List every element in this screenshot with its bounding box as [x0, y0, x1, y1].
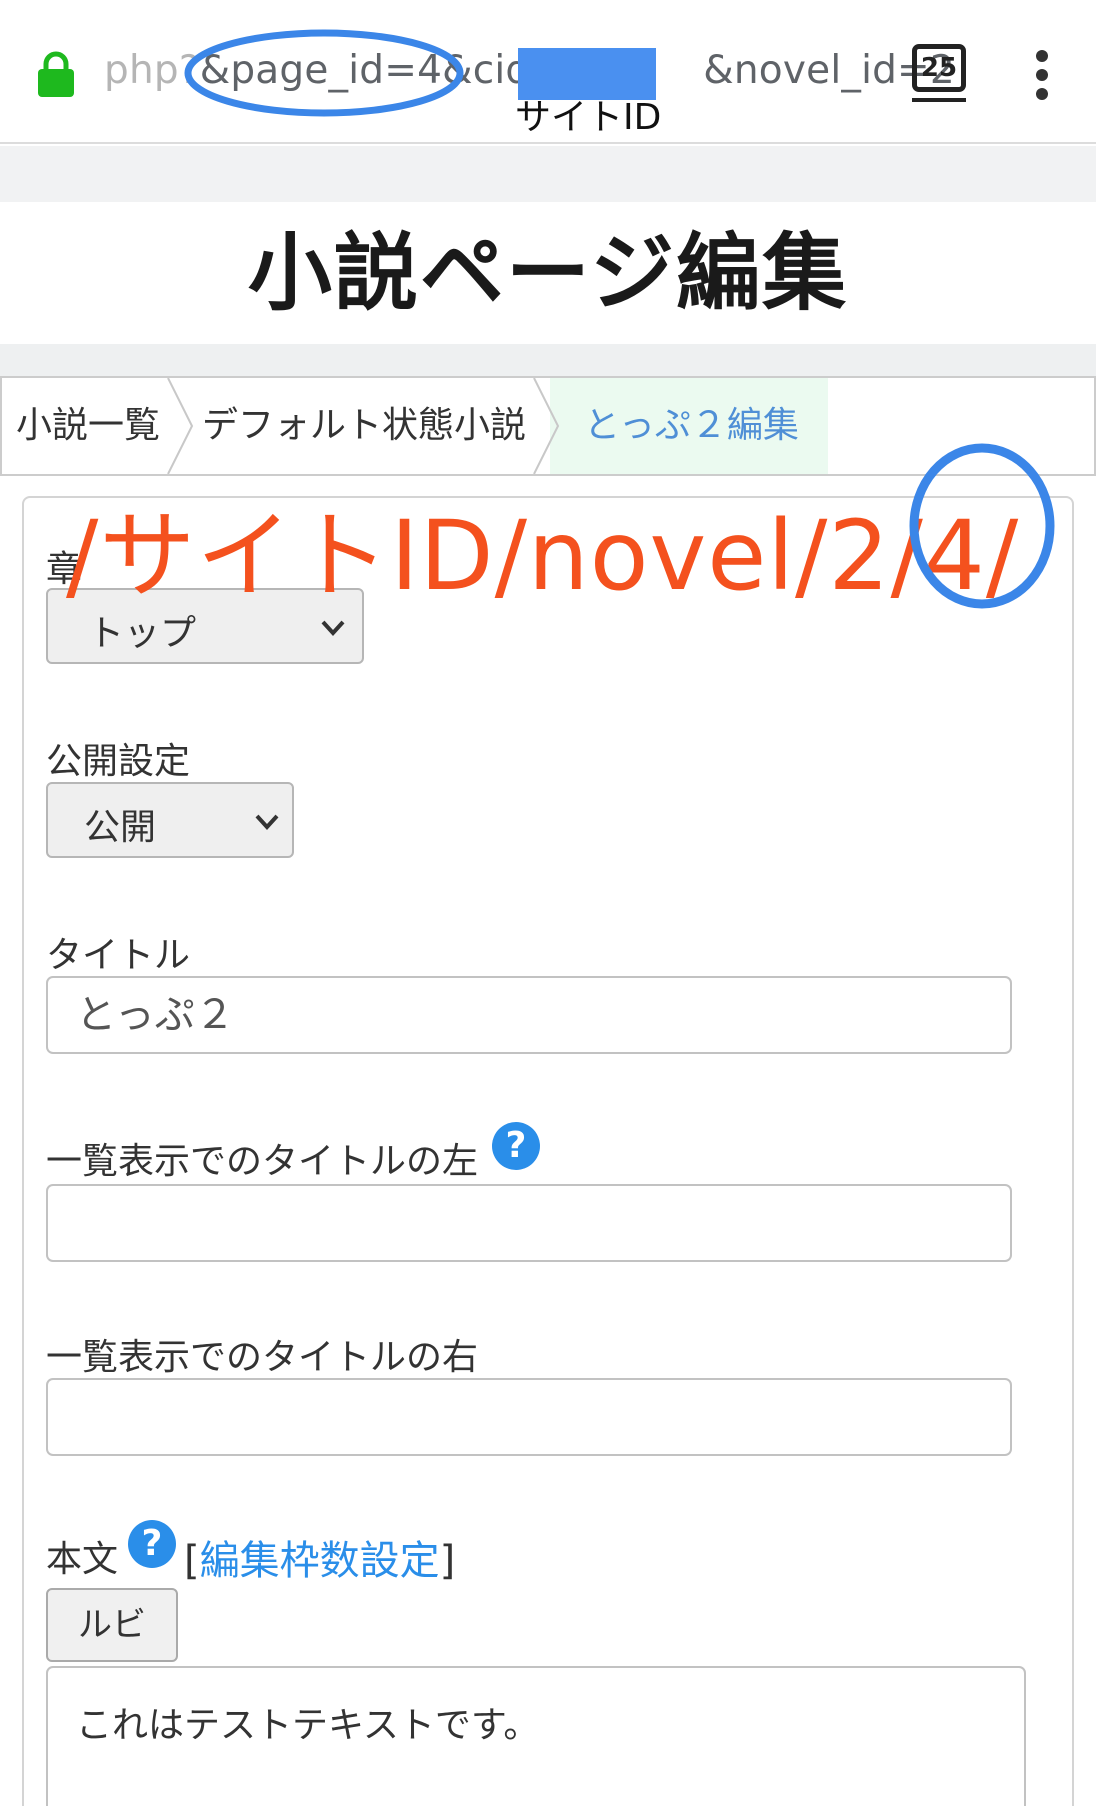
- bracket-close: ]: [439, 1538, 456, 1584]
- chevron-down-icon: [321, 620, 345, 636]
- page-header: 小説ページ編集: [0, 202, 1096, 344]
- body-textarea-value: これはテストテキストです。: [76, 1705, 540, 1746]
- chevron-down-icon: [255, 814, 279, 830]
- page-title: 小説ページ編集: [247, 224, 849, 322]
- breadcrumb-item-default-novel[interactable]: デフォルト状態小説: [202, 378, 526, 474]
- annotation-path-text: /サイトID/novel/2/4/: [66, 500, 1020, 612]
- visibility-select[interactable]: 公開: [46, 782, 294, 858]
- browser-menu-icon[interactable]: [1030, 50, 1054, 100]
- frame-settings-link-wrapper: [編集枠数設定]: [184, 1528, 455, 1586]
- breadcrumb-separator-icon: [533, 378, 560, 474]
- browser-address-bar: php?&page_id=4&cid= &novel_id=2 サイトID 25: [0, 0, 1096, 144]
- body-textarea[interactable]: これはテストテキストです。: [46, 1666, 1026, 1806]
- list-title-right-input[interactable]: [46, 1378, 1012, 1456]
- list-title-left-input[interactable]: [46, 1184, 1012, 1262]
- ruby-button[interactable]: ルビ: [46, 1588, 178, 1662]
- title-input[interactable]: とっぷ２: [46, 976, 1012, 1054]
- redaction-note: サイトID: [515, 97, 662, 138]
- help-icon[interactable]: ?: [492, 1122, 540, 1170]
- bracket-open: [: [184, 1538, 200, 1584]
- breadcrumb: 小説一覧 デフォルト状態小説 とっぷ２編集: [0, 376, 1096, 476]
- tab-switcher-button[interactable]: 25: [912, 44, 966, 92]
- tab-switcher-underline: [912, 98, 966, 102]
- breadcrumb-item-current: とっぷ２編集: [584, 405, 799, 446]
- header-divider: [0, 344, 1096, 376]
- visibility-label: 公開設定: [46, 741, 191, 782]
- frame-settings-link[interactable]: 編集枠数設定: [200, 1538, 440, 1584]
- breadcrumb-separator-icon: [167, 378, 194, 474]
- edit-form-card: 章 トップ 公開設定 公開 タイトル とっぷ２ 一覧表示でのタイトルの左 ? 一…: [22, 496, 1074, 1806]
- list-title-right-label: 一覧表示でのタイトルの右: [46, 1337, 479, 1378]
- lock-icon: [38, 51, 74, 97]
- title-input-value: とっぷ２: [76, 992, 235, 1038]
- header-spacer: [0, 146, 1096, 202]
- body-label: 本文: [46, 1539, 119, 1580]
- breadcrumb-item-novel-list[interactable]: 小説一覧: [16, 378, 160, 474]
- title-label: タイトル: [46, 935, 191, 976]
- help-icon[interactable]: ?: [128, 1520, 176, 1568]
- url-query-part1: &page_id=4&cid=: [199, 48, 564, 93]
- visibility-select-value: 公開: [84, 807, 157, 848]
- list-title-left-label: 一覧表示でのタイトルの左: [46, 1141, 479, 1182]
- url-prefix: php?: [104, 48, 200, 93]
